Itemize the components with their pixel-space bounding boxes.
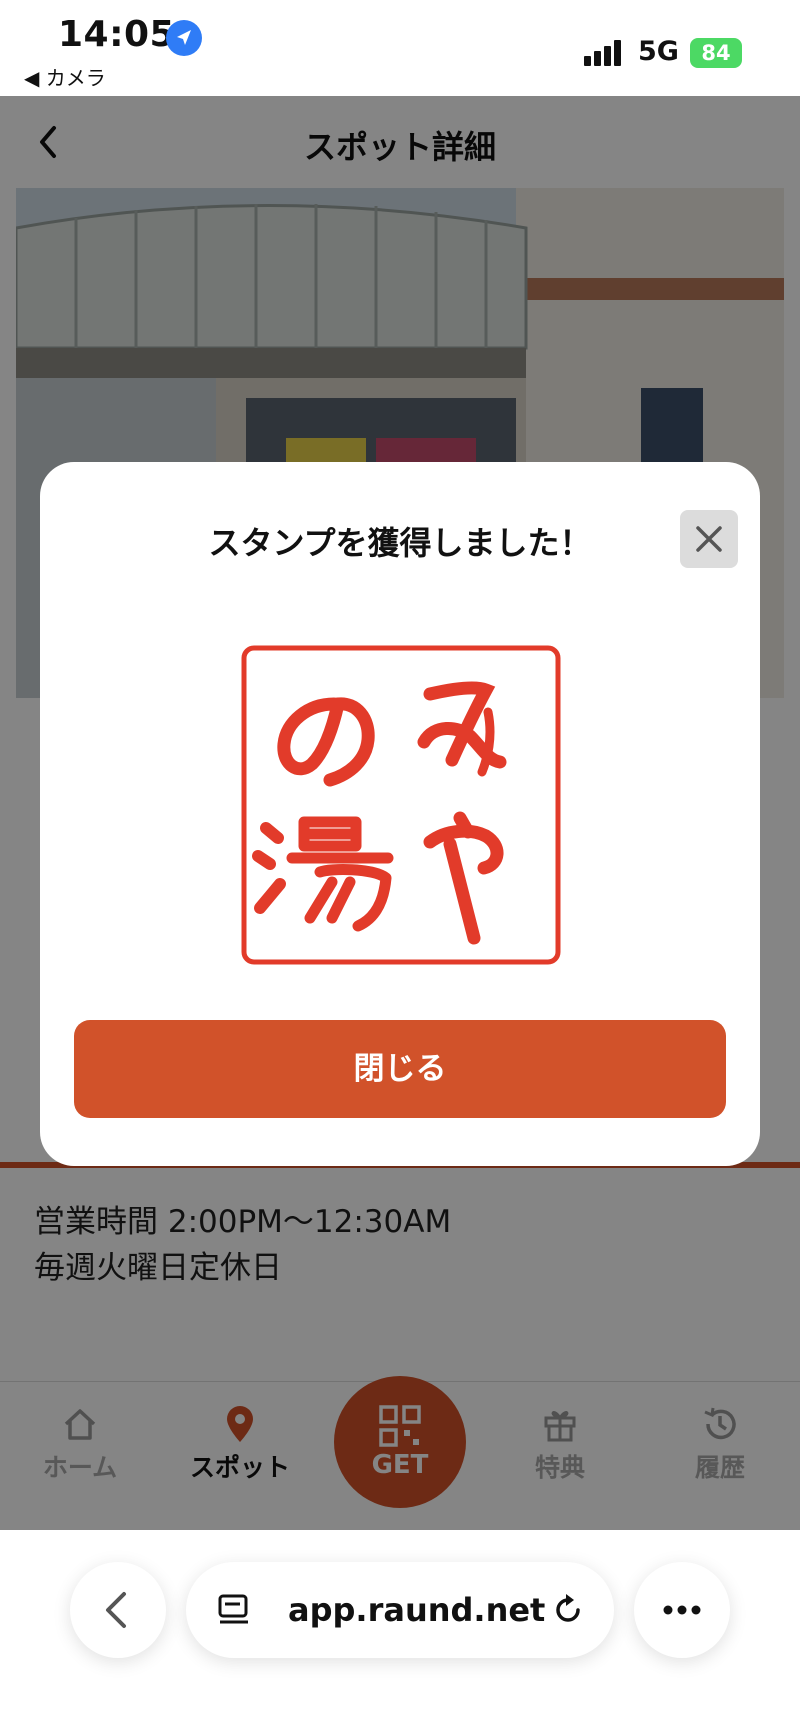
reload-icon[interactable] — [550, 1592, 586, 1628]
reader-page-icon — [218, 1594, 248, 1624]
status-time: 14:05 — [58, 14, 176, 55]
network-type: 5G — [638, 36, 679, 67]
cellular-signal-icon — [584, 40, 626, 66]
location-arrow-icon — [166, 20, 202, 56]
more-dots-icon — [663, 1605, 701, 1615]
url-text: app.raund.net — [288, 1591, 546, 1629]
address-bar[interactable]: app.raund.net — [186, 1562, 614, 1658]
battery-icon: 84 — [690, 38, 742, 68]
more-options-button[interactable] — [634, 1562, 730, 1658]
stamp-acquired-modal: スタンプを獲得しました！ 閉じる — [40, 462, 760, 1166]
close-icon — [696, 526, 722, 552]
modal-title: スタンプを獲得しました！ — [208, 524, 592, 562]
modal-close-button[interactable] — [680, 510, 738, 568]
back-to-camera-link[interactable]: ◀ カメラ — [24, 62, 106, 91]
browser-toolbar: app.raund.net — [0, 1530, 800, 1730]
close-modal-button[interactable]: 閉じる — [74, 1020, 726, 1118]
browser-back-button[interactable] — [70, 1562, 166, 1658]
chevron-left-icon — [106, 1592, 126, 1628]
stamp-image — [238, 642, 564, 968]
battery-level: 84 — [701, 41, 731, 65]
status-bar: 14:05 ◀ カメラ 5G 84 — [0, 0, 800, 96]
